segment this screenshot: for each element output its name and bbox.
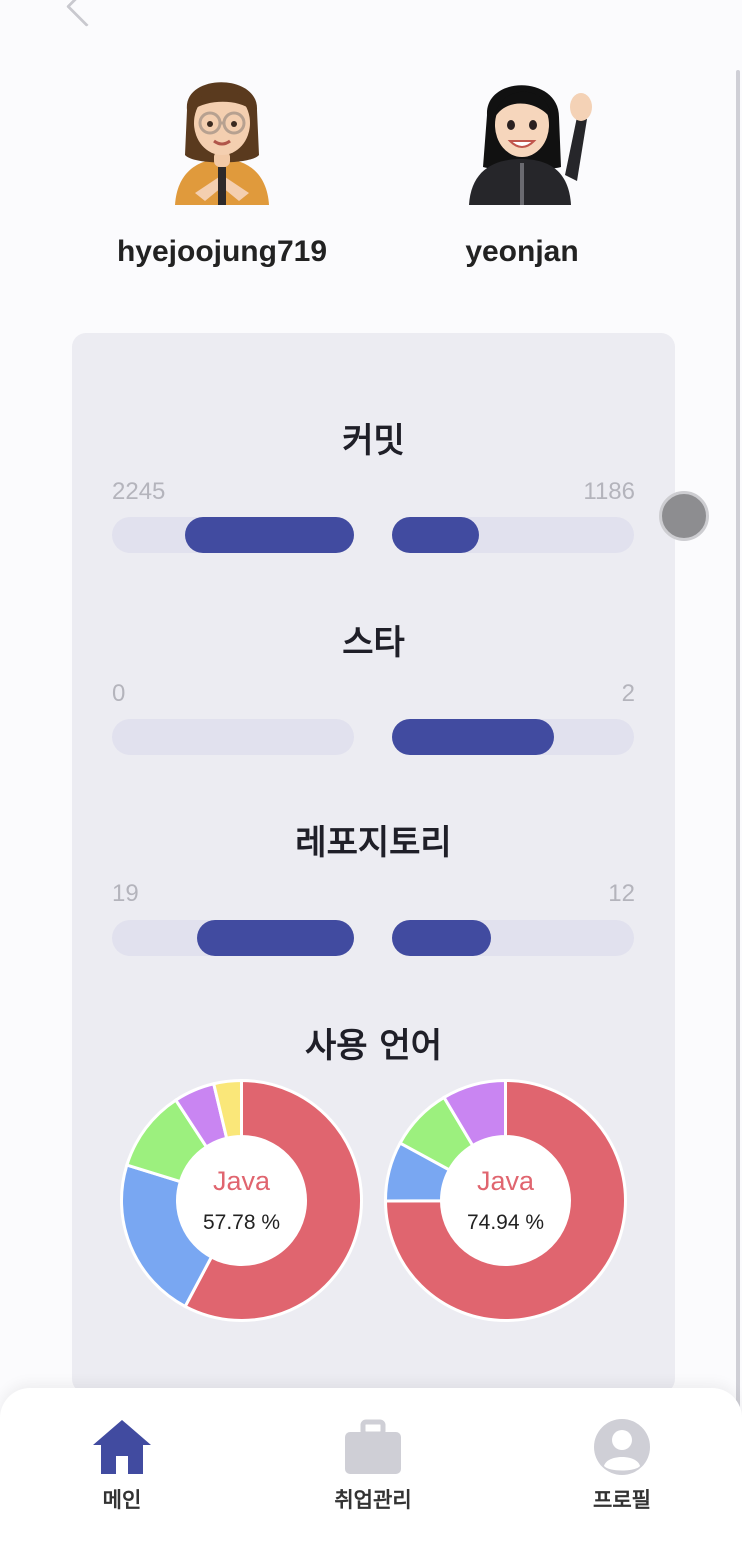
commits-left-value: 2245 bbox=[112, 478, 166, 505]
top-language-label: Java bbox=[212, 1166, 271, 1196]
bottom-navigation: 메인 취업관리 프로필 bbox=[0, 1388, 742, 1562]
repositories-left-fill bbox=[197, 920, 354, 956]
repositories-right-value: 12 bbox=[608, 880, 635, 907]
language-donut-chart-1: Java 57.78 % bbox=[119, 1078, 364, 1323]
user-icon bbox=[591, 1418, 653, 1476]
repositories-right-fill bbox=[392, 920, 491, 956]
repositories-left-value: 19 bbox=[112, 880, 139, 907]
nav-jobs-label: 취업관리 bbox=[334, 1488, 412, 1512]
commits-left-bar bbox=[112, 517, 354, 553]
stars-right-bar bbox=[392, 719, 634, 755]
stars-right-value: 2 bbox=[621, 680, 635, 707]
nav-jobs[interactable]: 취업관리 bbox=[313, 1418, 433, 1514]
back-chevron-icon[interactable] bbox=[65, 0, 108, 28]
avatar bbox=[147, 55, 297, 205]
stars-left-value: 0 bbox=[112, 680, 126, 707]
top-language-percent: 57.78 % bbox=[202, 1211, 281, 1234]
commits-right-value: 1186 bbox=[583, 478, 635, 505]
nav-main[interactable]: 메인 bbox=[62, 1418, 182, 1514]
repositories-right-bar bbox=[392, 920, 634, 956]
language-donut-chart-2: Java 74.94 % bbox=[383, 1078, 628, 1323]
avatar bbox=[447, 55, 597, 205]
nav-profile[interactable]: 프로필 bbox=[562, 1418, 682, 1514]
stars-left-bar bbox=[112, 719, 354, 755]
commits-right-bar bbox=[392, 517, 634, 553]
briefcase-icon bbox=[342, 1418, 404, 1476]
top-language-percent: 74.94 % bbox=[466, 1211, 545, 1234]
user-profile-1[interactable]: hyejoojung719 bbox=[102, 55, 342, 269]
languages-title: 사용 언어 bbox=[305, 1026, 442, 1066]
top-language-label: Java bbox=[476, 1166, 535, 1196]
floating-drag-handle[interactable] bbox=[659, 491, 709, 541]
user-profile-2[interactable]: yeonjan bbox=[402, 55, 642, 269]
repositories-left-bar bbox=[112, 920, 354, 956]
repositories-title: 레포지토리 bbox=[295, 823, 452, 863]
nav-main-label: 메인 bbox=[102, 1488, 142, 1512]
commits-title: 커밋 bbox=[342, 421, 405, 461]
scrollbar[interactable] bbox=[736, 70, 740, 1450]
nav-profile-label: 프로필 bbox=[593, 1488, 651, 1512]
home-icon bbox=[91, 1418, 153, 1476]
username-label: yeonjan bbox=[465, 235, 579, 268]
commits-right-fill bbox=[392, 517, 479, 553]
stars-title: 스타 bbox=[342, 623, 405, 663]
stars-right-fill bbox=[392, 719, 554, 755]
username-label: hyejoojung719 bbox=[116, 235, 328, 268]
commits-left-fill bbox=[185, 517, 354, 553]
